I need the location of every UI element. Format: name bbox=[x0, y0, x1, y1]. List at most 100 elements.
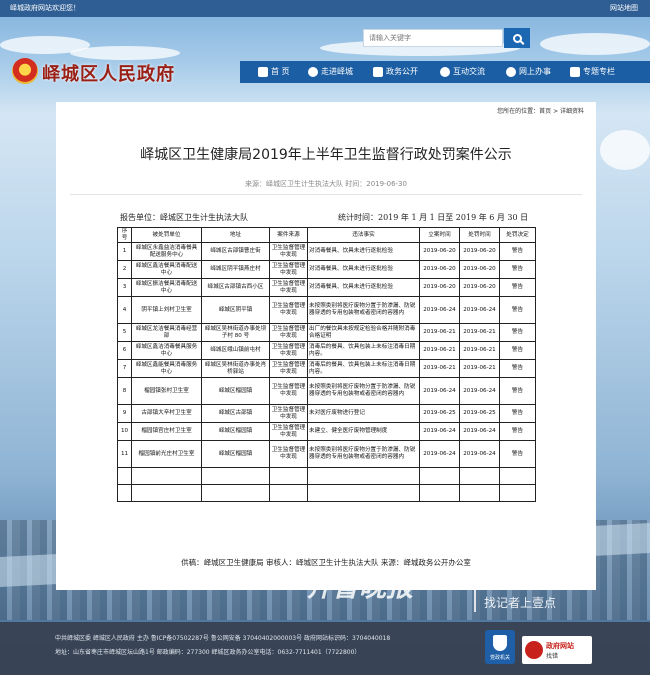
edit-icon bbox=[570, 67, 580, 77]
search-input[interactable]: 请输入关键字 bbox=[363, 29, 503, 47]
article-title: 峄城区卫生健康局2019年上半年卫生监督行政处罚案件公示 bbox=[140, 147, 512, 163]
penalized-unit-cell: 榴园镇张村卫生室 bbox=[131, 377, 202, 405]
table-header-cell: 序号 bbox=[117, 227, 132, 243]
filing-date-cell: 2019-06-21 bbox=[419, 341, 460, 360]
penalized-unit-cell: 峄城区鑫洁消毒餐具服务中心 bbox=[131, 341, 202, 360]
empty-cell bbox=[499, 467, 536, 485]
filing-date-cell: 2019-06-24 bbox=[419, 377, 460, 405]
empty-cell bbox=[459, 484, 500, 502]
table-header-row: 序号 被处罚单位 地址 案件来源 违法事实 立案时间 处罚时间 处罚决定 bbox=[117, 227, 536, 243]
nav-label: 走进峄城 bbox=[321, 67, 353, 76]
violation-facts-cell: 未对医疗废物进行登记 bbox=[307, 404, 420, 423]
breadcrumb-prefix: 您所在的位置： bbox=[497, 108, 540, 115]
breadcrumb: 您所在的位置：首页 > 详细资料 bbox=[497, 106, 584, 115]
nav-item-gov-open[interactable]: 政务公开 bbox=[373, 61, 418, 83]
stat-period: 统计时间：2019 年 1 月 1 日至 2019 年 6 月 30 日 bbox=[338, 213, 529, 222]
chat-icon bbox=[440, 67, 450, 77]
penalty-decision-cell: 警告 bbox=[499, 359, 536, 378]
penalty-date-cell: 2019-06-20 bbox=[459, 242, 500, 261]
search-button[interactable] bbox=[504, 28, 530, 48]
nav-label: 互动交流 bbox=[453, 67, 485, 76]
main-nav: 首 页 走进峄城 政务公开 互动交流 网上办事 专题专栏 bbox=[240, 61, 650, 83]
divider bbox=[70, 194, 582, 195]
violation-facts-cell: 出厂的餐饮具未按规定检验合格并随附消毒合格证明 bbox=[307, 323, 420, 342]
article-meta: 来源：峄城区卫生计生执法大队 时间：2019-06-30 bbox=[245, 180, 407, 188]
sitemap-link[interactable]: 网站地图 bbox=[610, 0, 638, 17]
table-header-cell: 处罚时间 bbox=[459, 227, 500, 243]
table-row: 1 峄城区永鑫益洁消毒餐具配送服务中心 峄城区古邵镇曹庄街 卫生监督管理中发现 对消毒餐… bbox=[117, 242, 536, 261]
filing-date-cell: 2019-06-20 bbox=[419, 278, 460, 297]
penalty-date-cell: 2019-06-20 bbox=[459, 260, 500, 279]
site-name[interactable]: 峄城区人民政府 bbox=[42, 60, 175, 86]
row-number-cell: 8 bbox=[117, 377, 132, 405]
filing-date-cell: 2019-06-24 bbox=[419, 422, 460, 441]
cloud-decoration bbox=[600, 130, 650, 170]
table-header-cell: 违法事实 bbox=[307, 227, 420, 243]
table-row: 2 峄城区鑫洁餐具消毒配送中心 峄城区阴平镇燕庄村 卫生监督管理中发现 对消毒餐具、饮具… bbox=[117, 260, 536, 279]
table-row: 10 榴园镇官庄村卫生室 峄城区榴园镇 卫生监督管理中发现 未建立、健全医疗废物管理制度… bbox=[117, 422, 536, 441]
penalty-decision-cell: 警告 bbox=[499, 440, 536, 468]
table-header-cell: 地址 bbox=[201, 227, 270, 243]
penalty-date-cell: 2019-06-24 bbox=[459, 440, 500, 468]
table-row: 8 榴园镇张村卫生室 峄城区榴园镇 卫生监督管理中发现 未按照类别将医疗废物分置于防渗漏… bbox=[117, 377, 536, 405]
penalty-date-cell: 2019-06-21 bbox=[459, 323, 500, 342]
national-emblem-icon[interactable] bbox=[12, 58, 38, 84]
case-source-cell: 卫生监督管理中发现 bbox=[269, 422, 308, 441]
nav-item-home[interactable]: 首 页 bbox=[258, 61, 290, 83]
penalty-date-cell: 2019-06-25 bbox=[459, 404, 500, 423]
nav-label: 政务公开 bbox=[386, 67, 418, 76]
address-cell: 峄城区阴平镇燕庄村 bbox=[201, 260, 270, 279]
empty-cell bbox=[419, 467, 460, 485]
row-number-cell: 5 bbox=[117, 323, 132, 342]
penalty-decision-cell: 警告 bbox=[499, 296, 536, 324]
nav-item-about[interactable]: 走进峄城 bbox=[308, 61, 353, 83]
table-row: 5 峄城区龙洁餐具消毒经营部 峄城区吴林街道办事处坝子村 80 号卫生监督管理中发现… bbox=[117, 323, 536, 342]
cloud-decoration bbox=[540, 33, 650, 55]
case-source-cell: 卫生监督管理中发现 bbox=[269, 296, 308, 324]
badge-label: 党政机关 bbox=[489, 655, 510, 661]
row-number-cell: 1 bbox=[117, 242, 132, 261]
violation-facts-cell: 对消毒餐具、饮具未进行逐批检验 bbox=[307, 242, 420, 261]
violation-facts-cell: 未按照类别将医疗废物分置于防渗漏、防锐器穿透的专用包装物或者密闭的容器内 bbox=[307, 440, 420, 468]
row-number-cell: 6 bbox=[117, 341, 132, 360]
penalized-unit-cell: 峄城区振洁餐具消毒配送中心 bbox=[131, 278, 202, 297]
penalized-unit-cell: 峄城区鑫能餐具消毒服务中心 bbox=[131, 359, 202, 378]
empty-cell bbox=[131, 484, 202, 502]
empty-cell bbox=[499, 484, 536, 502]
address-cell: 峄城区榴园镇 bbox=[201, 422, 270, 441]
filing-date-cell: 2019-06-24 bbox=[419, 440, 460, 468]
welcome-text: 峄城政府网站欢迎您！ bbox=[10, 4, 80, 12]
party-gov-badge[interactable]: 党政机关 bbox=[485, 630, 515, 664]
watermark-script: 齐鲁晚报 bbox=[305, 572, 413, 603]
violation-facts-cell: 消毒后的餐具、饮具包装上未标注消毒日期内容。 bbox=[307, 341, 420, 360]
empty-cell bbox=[459, 467, 500, 485]
violation-facts-cell: 消毒后的餐具、饮具包装上未标注消毒日期内容。 bbox=[307, 359, 420, 378]
table-row: 6 峄城区鑫洁消毒餐具服务中心 峄城区峨山镇前屯村 卫生监督管理中发现 消毒后的餐具、饮… bbox=[117, 341, 536, 360]
nav-item-topics[interactable]: 专题专栏 bbox=[570, 61, 615, 83]
case-source-cell: 卫生监督管理中发现 bbox=[269, 404, 308, 423]
penalized-unit-cell: 峄城区龙洁餐具消毒经营部 bbox=[131, 323, 202, 342]
nav-label: 网上办事 bbox=[519, 67, 551, 76]
breadcrumb-path[interactable]: 首页 > 详细资料 bbox=[539, 108, 584, 115]
empty-cell bbox=[201, 467, 270, 485]
row-number-cell: 4 bbox=[117, 296, 132, 324]
penalty-table: 序号 被处罚单位 地址 案件来源 违法事实 立案时间 处罚时间 处罚决定 1 峄城… bbox=[117, 227, 536, 502]
doc-stack-icon bbox=[373, 67, 383, 77]
penalty-decision-cell: 警告 bbox=[499, 422, 536, 441]
nav-item-online-service[interactable]: 网上办事 bbox=[506, 61, 551, 83]
search-icon bbox=[512, 33, 522, 43]
nav-item-interaction[interactable]: 互动交流 bbox=[440, 61, 485, 83]
report-error-badge[interactable]: 政府网站 找错 bbox=[522, 636, 592, 664]
penalized-unit-cell: 古邵镇大辛村卫生室 bbox=[131, 404, 202, 423]
table-row: 11 榴园镇前光庄村卫生室 峄城区榴园镇 卫生监督管理中发现 未按照类别将医疗废物分置于… bbox=[117, 440, 536, 468]
row-number-cell: 2 bbox=[117, 260, 132, 279]
case-source-cell: 卫生监督管理中发现 bbox=[269, 260, 308, 279]
empty-cell bbox=[269, 467, 308, 485]
penalty-decision-cell: 警告 bbox=[499, 242, 536, 261]
row-number-cell: 7 bbox=[117, 359, 132, 378]
footer-line-1: 中共峄城区委 峄城区人民政府 主办 鲁ICP备07502287号 鲁公网安备 3… bbox=[55, 635, 391, 642]
globe-icon bbox=[506, 67, 516, 77]
violation-facts-cell: 未按照类别将医疗废物分置于防渗漏、防锐器穿透的专用包装物或者密闭的容器内 bbox=[307, 377, 420, 405]
penalty-date-cell: 2019-06-24 bbox=[459, 296, 500, 324]
table-header-cell: 被处罚单位 bbox=[131, 227, 202, 243]
